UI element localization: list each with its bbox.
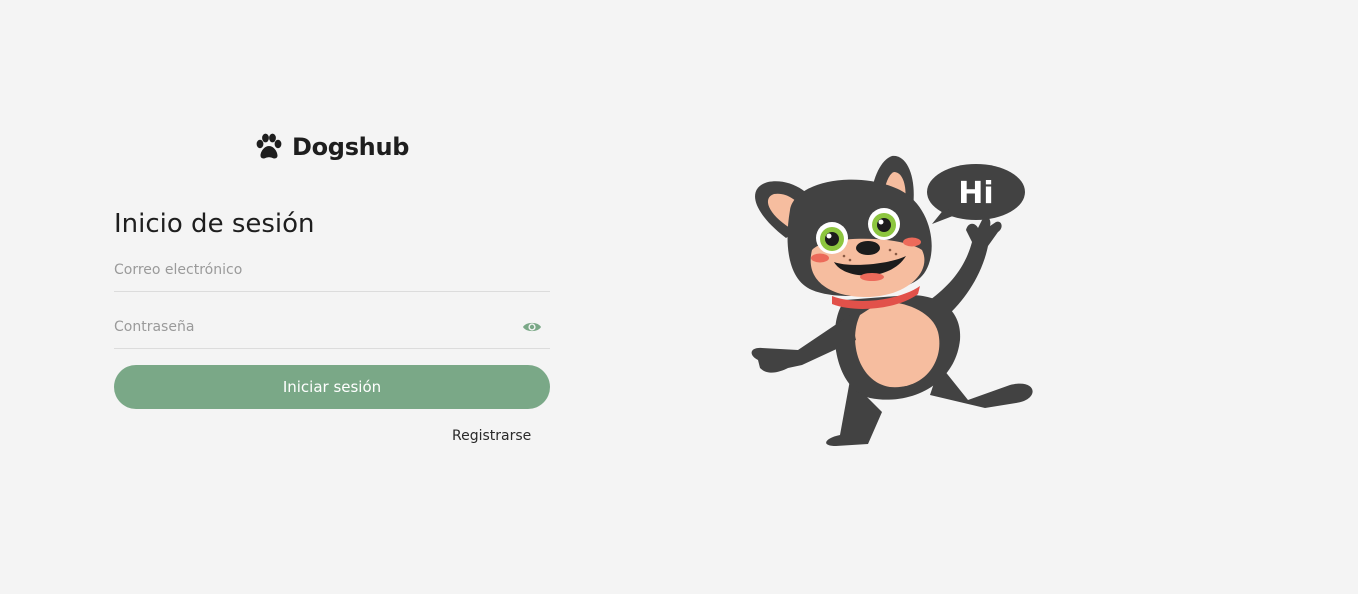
- speech-bubble-text: Hi: [958, 176, 993, 211]
- page-title: Inicio de sesión: [114, 209, 315, 239]
- eye-icon[interactable]: [522, 319, 542, 335]
- password-field[interactable]: [114, 305, 550, 348]
- email-field-wrapper: [114, 248, 550, 292]
- email-field[interactable]: [114, 248, 550, 291]
- speech-bubble: Hi: [927, 164, 1025, 224]
- dog-mascot-illustration: Hi: [740, 150, 1050, 450]
- paw-icon: [254, 133, 284, 161]
- brand-logo: Dogshub: [254, 133, 409, 161]
- password-field-wrapper: [114, 305, 550, 349]
- brand-name: Dogshub: [292, 133, 410, 161]
- login-page: Dogshub Inicio de sesión Iniciar sesión …: [0, 0, 1358, 594]
- register-link[interactable]: Registrarse: [452, 428, 531, 444]
- login-button[interactable]: Iniciar sesión: [114, 365, 550, 409]
